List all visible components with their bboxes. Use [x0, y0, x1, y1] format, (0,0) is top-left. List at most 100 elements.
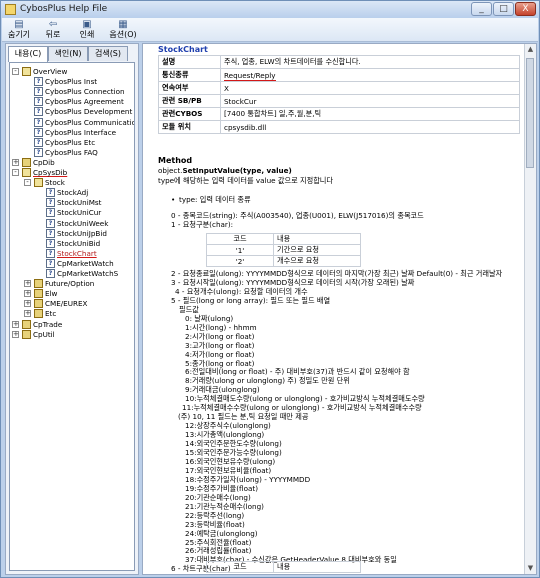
help-page-icon: ? — [34, 127, 43, 137]
options-label: 옵션(O) — [109, 30, 137, 39]
open-book-icon — [22, 67, 31, 76]
help-page-icon: ? — [34, 87, 43, 97]
table-header-desc: 내용 — [273, 233, 361, 245]
info-value: 주식, 업종, ELW의 차트데이터를 수신합니다. — [220, 55, 520, 69]
info-row: 설명 주식, 업종, ELW의 차트데이터를 수신합니다. — [158, 55, 520, 69]
minimize-button[interactable]: _ — [471, 2, 492, 16]
page-title: StockChart — [158, 45, 208, 54]
open-book-icon — [34, 178, 43, 188]
method-name: SetInputValue(type, value) — [182, 166, 292, 175]
content-scrollbar[interactable]: ▲ ▼ — [524, 44, 536, 574]
param-line: 5:종가(long or float) — [185, 358, 255, 368]
collapse-icon[interactable]: - — [24, 179, 31, 187]
comm-type-value: Request/Reply — [224, 70, 276, 81]
closed-book-icon — [22, 329, 31, 339]
param-line: 12:상장주식수(ulonglong) — [185, 421, 271, 431]
toolbar: ▤ 숨기기 ⇦ 뒤로 ▣ 인쇄 ▦ 옵션(O) — [2, 18, 538, 42]
expand-icon[interactable]: + — [12, 330, 19, 338]
param-line: 8:거래량(ulong or ulonglong) 주) 정밀도 만원 단위 — [185, 376, 350, 386]
param-line: 6:전일대비(long or float) - 주) 대비부호(37)과 반드시… — [185, 367, 410, 377]
info-key: 모듈 위치 — [158, 120, 221, 134]
collapse-icon[interactable]: - — [12, 169, 19, 176]
tab-search[interactable]: 검색(S) — [88, 46, 128, 61]
param-line: 15:외국인주문가능수량(ulong) — [185, 448, 282, 457]
closed-book-icon — [22, 319, 31, 329]
tab-contents[interactable]: 내용(C) — [8, 46, 48, 62]
table-header-code: 코드 — [206, 233, 274, 245]
param-line: 18:수정주가일자(ulong) - YYYYMMDD — [185, 474, 311, 484]
param-line: 23:등락비율(float) — [185, 519, 245, 529]
param-line: 4 - 요청개수(ulong): 요청할 데이터의 개수 — [175, 286, 308, 296]
help-page-icon: ? — [46, 198, 55, 208]
request-type-table: 코드 내용 '1' 기간으로 요청 '2' 개수으로 요청 — [206, 233, 361, 267]
expand-icon[interactable]: + — [24, 310, 31, 318]
hide-button[interactable]: ▤ 숨기기 — [4, 19, 34, 41]
info-row: 관련 SB/PB StockCur — [158, 94, 520, 108]
help-app-icon — [5, 4, 16, 15]
info-value: cpsysdib.dll — [220, 120, 520, 134]
closed-book-icon — [34, 279, 43, 289]
tab-index[interactable]: 색인(N) — [48, 46, 88, 61]
navigation-pane: 내용(C) 색인(N) 검색(S) - OverView? CybosPlus In… — [5, 43, 139, 575]
close-button[interactable]: X — [515, 2, 536, 16]
table-header-code: 코드 — [206, 561, 274, 573]
help-page-icon: ? — [34, 107, 43, 117]
expand-icon[interactable]: + — [12, 158, 19, 166]
options-button[interactable]: ▦ 옵션(O) — [106, 19, 140, 41]
back-button[interactable]: ⇦ 뒤로 — [38, 19, 68, 41]
table-cell: 기간으로 요청 — [273, 244, 361, 256]
bullet-icon: • — [171, 195, 176, 204]
help-window: CybosPlus Help File _ □ X ▤ 숨기기 ⇦ 뒤로 ▣ 인… — [0, 0, 540, 578]
open-book-icon — [22, 168, 31, 177]
param-line: 1 - 요청구분(char): — [171, 220, 234, 229]
back-icon: ⇦ — [48, 19, 58, 30]
table-cell: '1' — [206, 244, 274, 256]
table-header-row: 코드 내용 — [206, 561, 361, 573]
expand-icon[interactable]: + — [24, 300, 31, 308]
param-line: 22:등락주선(long) — [185, 510, 245, 520]
help-page-icon: ? — [46, 188, 55, 198]
expand-icon[interactable]: + — [12, 320, 19, 328]
hide-icon: ▤ — [14, 19, 24, 30]
table-row: '1' 기간으로 요청 — [206, 244, 361, 256]
method-description: type에 해당하는 입력 데이터를 value 값으로 지정합니다 — [158, 176, 334, 185]
info-key: 관련CYBOS — [158, 107, 221, 121]
contents-tree: - OverView? CybosPlus Inst? CybosPlus Conne… — [9, 62, 135, 571]
param-line: 10:누적체결매도수량(ulong or ulonglong) - 호가비교방식… — [185, 394, 425, 404]
scroll-down-arrow-icon[interactable]: ▼ — [525, 563, 536, 574]
info-row: 모듈 위치 cpsysdib.dll — [158, 120, 520, 134]
expand-icon[interactable]: + — [24, 280, 31, 288]
help-page-icon: ? — [34, 77, 43, 87]
scroll-thumb[interactable] — [526, 58, 534, 168]
maximize-button[interactable]: □ — [493, 2, 514, 16]
help-page-icon: ? — [34, 147, 43, 157]
param-line: 4:저가(long or float) — [185, 349, 255, 359]
help-page-icon: ? — [46, 258, 55, 268]
info-row: 관련CYBOS [7400 통합차트] 일,주,월,분,틱 — [158, 107, 520, 121]
param-line: 16:외국인현보유수량(ulong) — [185, 456, 276, 466]
param-line: (주) 10, 11 필드는 분,틱 요청일 때만 제공 — [178, 412, 309, 422]
info-row: 통신종류 Request/Reply — [158, 68, 520, 82]
print-label: 인쇄 — [79, 30, 95, 39]
param-line: 9:거래대금(ulonglong) — [185, 385, 260, 395]
info-value: StockCur — [220, 94, 520, 108]
param-line: 17:외국인현보유비율(float) — [185, 465, 272, 475]
closed-book-icon — [22, 157, 31, 167]
window-title: CybosPlus Help File — [20, 4, 108, 14]
info-key: 연속여부 — [158, 81, 221, 95]
param-line: 11:누적체결매수수량(ulong or ulonglong) - 호가비교방식… — [182, 403, 422, 413]
info-key: 관련 SB/PB — [158, 94, 221, 108]
tree-item-label: CpUtil — [33, 329, 55, 339]
print-button[interactable]: ▣ 인쇄 — [72, 19, 102, 41]
info-key: 통신종류 — [158, 68, 221, 82]
method-heading: Method — [158, 156, 193, 165]
collapse-icon[interactable]: - — [12, 68, 19, 75]
table-header-row: 코드 내용 — [206, 233, 361, 245]
title-bar: CybosPlus Help File _ □ X — [1, 1, 539, 18]
help-page-icon: ? — [46, 248, 55, 258]
scroll-up-arrow-icon[interactable]: ▲ — [525, 44, 536, 55]
expand-icon[interactable]: + — [24, 290, 31, 298]
closed-book-icon — [34, 299, 43, 309]
closed-book-icon — [34, 289, 43, 299]
table-cell: '2' — [206, 255, 274, 267]
